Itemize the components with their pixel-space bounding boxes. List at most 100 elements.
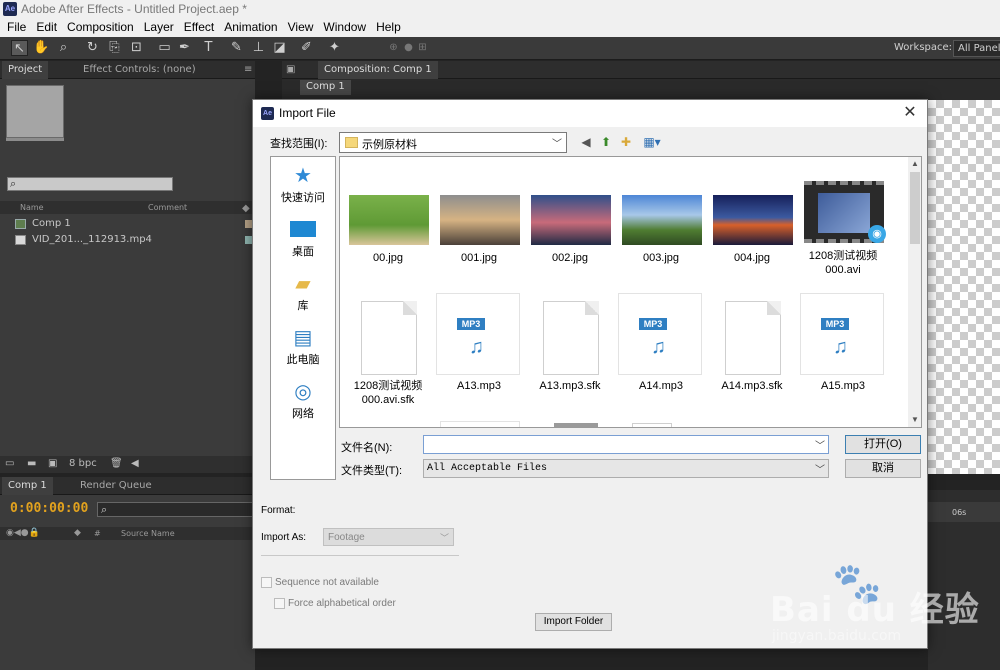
tab-project[interactable]: Project [2, 61, 49, 79]
view-menu-icon[interactable]: ▦▾ [639, 134, 665, 150]
tab-effect-controls[interactable]: Effect Controls: (none) [77, 61, 202, 79]
project-item[interactable]: Comp 1 [0, 216, 255, 232]
zoom-tool-icon[interactable]: ⌕ [55, 40, 72, 56]
pen-tool-icon[interactable]: ✒ [176, 40, 193, 56]
file-item[interactable]: 004.jpg [707, 195, 797, 305]
clone-stamp-tool-icon[interactable]: ⊥ [250, 40, 267, 56]
project-tabbar: Project Effect Controls: (none) ≡ [0, 61, 255, 79]
back-icon[interactable]: ◀ [577, 134, 595, 150]
tab-composition[interactable]: Composition: Comp 1 [318, 61, 438, 79]
file-item[interactable]: 00.jpg [343, 195, 433, 305]
timeline-panel: Comp 1 Render Queue 0:00:00:00 ⌕ ◉◀●🔒 ◆ … [0, 477, 257, 670]
video-thumbnail: ◉ [804, 181, 886, 243]
file-item[interactable]: ◉ 1208测试视频000.avi [798, 181, 888, 291]
tab-render-queue[interactable]: Render Queue [74, 477, 158, 495]
force-alphabetical-checkbox[interactable] [274, 598, 285, 609]
file-item[interactable]: 003.jpg [616, 195, 706, 305]
file-item[interactable]: 001.jpg [434, 195, 524, 305]
scroll-left-icon[interactable]: ◀ [131, 458, 139, 469]
label-tag-icon[interactable]: ◆ [74, 528, 81, 538]
file-list-scrollbar[interactable]: ▲ ▼ [908, 157, 921, 427]
pan-behind-tool-icon[interactable]: ⊡ [128, 40, 145, 56]
bpc-toggle[interactable]: 8 bpc [69, 458, 97, 469]
mp3-file-icon: MP3 ♫ [436, 293, 520, 375]
column-comment[interactable]: Comment [148, 203, 187, 212]
file-item[interactable]: 002.jpg [525, 195, 615, 305]
current-time-display[interactable]: 0:00:00:00 [10, 501, 88, 516]
place-quick-access[interactable]: ★ 快速访问 [271, 159, 335, 211]
menu-composition[interactable]: Composition [64, 19, 141, 37]
hand-tool-icon[interactable]: ✋ [33, 40, 50, 56]
menu-help[interactable]: Help [373, 19, 408, 37]
scroll-up-icon[interactable]: ▲ [908, 157, 921, 171]
new-folder-icon[interactable]: ✚ [617, 134, 635, 150]
puppet-pin-tool-icon[interactable]: ✦ [326, 40, 343, 56]
timeline-search-input[interactable]: ⌕ [97, 502, 257, 517]
sequence-label: Sequence not available [275, 577, 379, 588]
project-search-input[interactable]: ⌕ [7, 177, 173, 191]
text-tool-icon[interactable]: T [200, 40, 217, 56]
cancel-button[interactable]: 取消 [845, 459, 921, 478]
brush-tool-icon[interactable]: ✎ [228, 40, 245, 56]
mp3-file-icon: MP3 ♫ [800, 293, 884, 375]
composition-lock-icon[interactable]: ▣ [284, 61, 297, 79]
file-type-select[interactable]: All Acceptable Files ﹀ [423, 459, 829, 478]
file-name-input[interactable]: ﹀ [423, 435, 829, 454]
project-column-header: Name Comment ◆ [0, 201, 255, 214]
camera-tool-icon[interactable]: ⎘ [106, 40, 123, 56]
scroll-down-icon[interactable]: ▼ [908, 413, 921, 427]
workspace-select[interactable]: All Panels [953, 40, 1000, 57]
selection-tool-icon[interactable]: ↖ [11, 40, 28, 56]
up-folder-icon[interactable]: ⬆ [597, 134, 615, 150]
menu-animation[interactable]: Animation [221, 19, 284, 37]
column-source-name[interactable]: Source Name [121, 529, 175, 538]
scrollbar-thumb[interactable] [910, 172, 920, 244]
file-item[interactable]: A14.mp3.sfk [707, 297, 797, 407]
rotate-tool-icon[interactable]: ↻ [84, 40, 101, 56]
look-in-select[interactable]: 示例原材料 ﹀ [339, 132, 567, 153]
menu-effect[interactable]: Effect [181, 19, 221, 37]
file-item-partial[interactable] [440, 421, 520, 427]
av-switches-icon[interactable]: ◉◀●🔒 [6, 528, 40, 538]
eraser-tool-icon[interactable]: ◪ [271, 40, 288, 56]
chevron-down-icon[interactable]: ﹀ [815, 437, 825, 452]
file-item[interactable]: MP3 ♫ A14.mp3 [616, 293, 706, 403]
new-folder-icon[interactable]: ▬ [27, 458, 36, 469]
file-item[interactable]: MP3 ♫ A13.mp3 [434, 293, 524, 403]
place-desktop[interactable]: 桌面 [271, 213, 335, 265]
tools-toolbar: ↖ ✋ ⌕ ↻ ⎘ ⊡ ▭ ✒ T ✎ ⊥ ◪ ✐ ✦ ⊕ ● ⊞ Worksp… [0, 37, 1000, 60]
sequence-checkbox[interactable] [261, 577, 272, 588]
import-folder-button[interactable]: Import Folder [535, 613, 612, 631]
rectangle-tool-icon[interactable]: ▭ [156, 40, 173, 56]
open-button[interactable]: 打开(O) [845, 435, 921, 454]
menu-view[interactable]: View [285, 19, 321, 37]
file-item[interactable]: 1208测试视频000.avi.sfk [343, 297, 433, 407]
column-name[interactable]: Name [20, 203, 44, 212]
place-this-pc[interactable]: ▤ 此电脑 [271, 321, 335, 373]
menu-edit[interactable]: Edit [33, 19, 64, 37]
place-network[interactable]: ◎ 网络 [271, 375, 335, 427]
interpret-footage-icon[interactable]: ▭ [5, 458, 14, 469]
place-library[interactable]: ▰ 库 [271, 267, 335, 319]
app-logo-icon: Ae [261, 107, 274, 120]
import-as-select[interactable]: Footage ﹀ [323, 528, 454, 546]
trash-icon[interactable]: 🗑 [110, 458, 123, 469]
new-composition-icon[interactable]: ▣ [48, 458, 57, 469]
file-item-partial[interactable] [554, 423, 598, 427]
image-thumbnail [349, 195, 429, 245]
file-item[interactable]: MP3 ♫ A15.mp3 [798, 293, 888, 403]
image-thumbnail [531, 195, 611, 245]
panel-menu-icon[interactable]: ≡ [244, 61, 252, 79]
project-item[interactable]: VID_201..._112913.mp4 [0, 232, 255, 248]
file-item[interactable]: A13.mp3.sfk [525, 297, 615, 407]
close-icon[interactable]: ✕ [899, 103, 921, 123]
tab-timeline-comp[interactable]: Comp 1 [2, 477, 53, 495]
file-item-partial[interactable] [632, 423, 672, 427]
composition-subtab[interactable]: Comp 1 [300, 80, 351, 95]
menu-window[interactable]: Window [320, 19, 373, 37]
label-tag-icon[interactable]: ◆ [242, 203, 250, 214]
roto-brush-tool-icon[interactable]: ✐ [298, 40, 315, 56]
menu-layer[interactable]: Layer [141, 19, 181, 37]
view-axis-icon[interactable]: ⊞ [414, 40, 431, 56]
menu-file[interactable]: File [4, 19, 33, 37]
